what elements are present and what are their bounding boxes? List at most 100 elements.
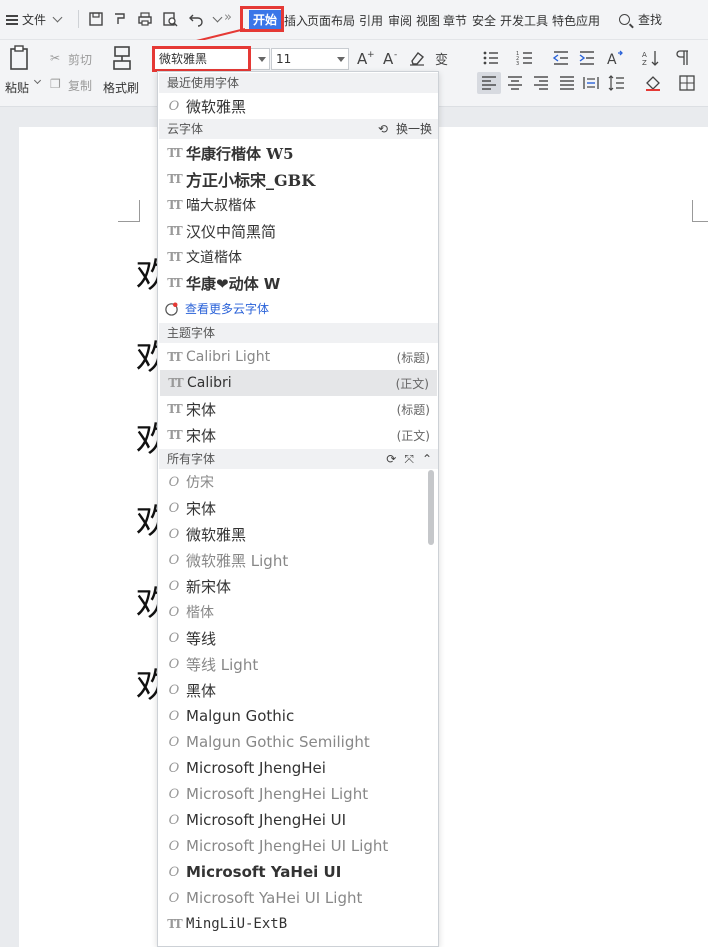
tab-developer[interactable]: 开发工具 [500,12,548,29]
font-item[interactable]: TT 华康行楷体 W5 [159,140,438,166]
font-item[interactable]: O 等线 Light [159,651,438,677]
copy-button[interactable]: 复制 [68,77,92,94]
decrease-indent-icon[interactable] [550,47,572,69]
font-item[interactable]: O 仿宋 [159,469,438,495]
more-tabs-icon[interactable]: » [224,10,232,25]
grow-font-icon[interactable]: A + [354,47,376,69]
tab-chapter[interactable]: 章节 [443,12,467,29]
font-item[interactable]: TT 汉仪中简黑简 [159,218,438,244]
cut-button[interactable]: 剪切 [68,51,92,68]
menu-bar: 文件 » 开始 插入 页面布局 引用 审阅 视图 章节 安全 开发工具 特色应用… [0,0,708,40]
shading-icon[interactable] [642,72,664,94]
font-item[interactable]: TT 华康❤动体 W [159,270,438,296]
print-preview-icon[interactable] [162,11,178,27]
paste-dropdown-icon[interactable] [33,76,42,85]
more-cloud-fonts-link[interactable]: 查看更多云字体 [164,300,269,317]
numbered-list-icon[interactable]: 123 [514,47,536,69]
tab-security[interactable]: 安全 [472,12,496,29]
font-item[interactable]: TT 宋体 (标题) [159,396,438,422]
tab-insert[interactable]: 插入 [284,12,308,29]
justify-icon[interactable] [556,72,578,94]
undo-icon[interactable] [188,11,204,27]
font-item-label: 宋体 [186,499,217,518]
font-list-scrollbar[interactable] [428,470,434,545]
paste-icon[interactable] [8,45,32,73]
font-item[interactable]: O 宋体 [159,495,438,521]
font-item[interactable]: O 楷体 [159,599,438,625]
align-left-icon[interactable] [478,72,500,94]
font-role-tag: (正文) [395,376,429,391]
refresh-icon: ⟲ [377,122,388,136]
file-menu[interactable]: 文件 [6,11,63,28]
truetype-icon: TT [167,224,182,238]
font-item[interactable]: O Malgun Gothic [159,703,438,729]
text-direction-icon[interactable]: A [604,47,626,69]
font-item[interactable]: O Microsoft JhengHei [159,755,438,781]
format-icon[interactable] [112,11,128,27]
tab-references[interactable]: 引用 [359,12,383,29]
increase-indent-icon[interactable] [576,47,598,69]
print-icon[interactable] [137,11,153,27]
align-right-icon[interactable] [530,72,552,94]
sort-icon[interactable]: AZ [640,47,662,69]
swap-button[interactable]: ⟲ 换一换 [378,119,432,139]
font-item-label: Microsoft JhengHei UI Light [186,837,389,855]
pin-icon[interactable]: ⤧ [404,449,414,469]
font-item-label: Microsoft JhengHei UI [186,811,347,829]
clear-format-icon[interactable] [406,47,428,69]
font-item[interactable]: TT 宋体 (正文) [159,422,438,448]
tab-special[interactable]: 特色应用 [552,12,600,29]
align-center-icon[interactable] [504,72,526,94]
font-item[interactable]: O Microsoft JhengHei UI [159,807,438,833]
show-marks-icon[interactable] [672,47,694,69]
format-painter-button[interactable]: 格式刷 [103,79,139,96]
font-item[interactable]: TT Calibri Light (标题) [159,344,438,370]
tab-review[interactable]: 审阅 [388,12,412,29]
border-icon[interactable] [676,72,698,94]
font-item[interactable]: O 微软雅黑 [159,93,438,119]
format-painter-icon[interactable] [110,45,134,71]
truetype-icon: TT [167,198,182,212]
tab-page-layout[interactable]: 页面布局 [307,12,355,29]
font-item[interactable]: O Microsoft YaHei UI [159,859,438,885]
font-item[interactable]: O 黑体 [159,677,438,703]
truetype-icon: TT [167,276,182,290]
font-item[interactable]: O 微软雅黑 [159,521,438,547]
section-title: 所有字体 [167,452,216,466]
shrink-font-icon[interactable]: A- [380,47,402,69]
refresh-icon[interactable]: ⟳ [386,449,396,469]
font-item[interactable]: O 微软雅黑 Light [159,547,438,573]
font-item[interactable]: O Microsoft JhengHei UI Light [159,833,438,859]
font-item[interactable]: O 新宋体 [159,573,438,599]
collapse-icon[interactable]: ⌃ [422,449,432,469]
copy-icon[interactable]: ❐ [50,77,61,91]
font-item-label: 微软雅黑 Light [186,551,289,570]
all-fonts-header: 所有字体 ⟳ ⤧ ⌃ [159,449,438,469]
search-button[interactable]: 查找 [619,11,662,28]
line-spacing-icon[interactable] [606,72,628,94]
opentype-icon: O [168,682,180,698]
distribute-icon[interactable] [580,72,602,94]
font-item[interactable]: TT 方正小标宋_GBK [159,166,438,192]
cut-icon[interactable]: ✂ [50,51,60,65]
font-item[interactable]: TT 文道楷体 [159,244,438,270]
tab-view[interactable]: 视图 [416,12,440,29]
phonetic-guide-icon[interactable]: 变 [432,47,454,69]
undo-dropdown-icon[interactable] [212,12,223,23]
font-item-selected[interactable]: TT Calibri (正文) [160,370,437,396]
swap-label: 换一换 [395,122,432,136]
paste-button[interactable]: 粘贴 [5,79,29,96]
bullet-list-icon[interactable] [480,47,502,69]
font-item[interactable]: O Microsoft YaHei UI Light [159,885,438,911]
font-item[interactable]: O Microsoft JhengHei Light [159,781,438,807]
file-menu-label: 文件 [22,13,47,27]
font-item-label: 黑体 [186,681,217,700]
save-icon[interactable] [88,11,104,27]
section-title: 云字体 [167,122,204,136]
font-item[interactable]: TT 喵大叔楷体 [159,192,438,218]
font-item[interactable]: O Malgun Gothic Semilight [159,729,438,755]
font-item[interactable]: O 等线 [159,625,438,651]
font-item[interactable]: TT MingLiU-ExtB [159,911,438,937]
font-size-select[interactable]: 11 [271,48,349,70]
font-item-label: Microsoft YaHei UI Light [186,889,363,907]
